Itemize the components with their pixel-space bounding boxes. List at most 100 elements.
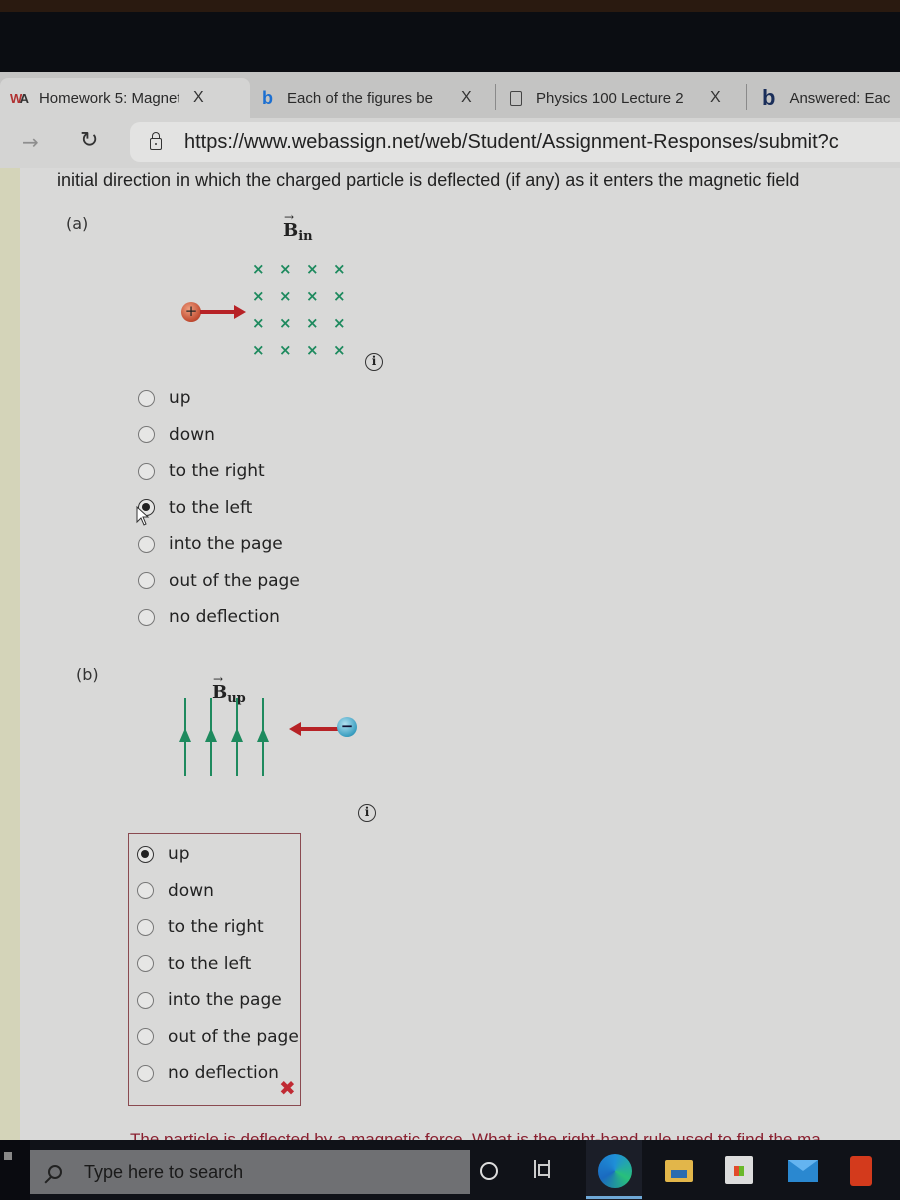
monitor-bezel bbox=[0, 0, 900, 12]
radio-button[interactable] bbox=[137, 955, 154, 973]
option-label: into the page bbox=[169, 534, 283, 555]
field-x-mark: × bbox=[333, 287, 346, 305]
field-x-mark: × bbox=[252, 260, 265, 278]
incorrect-icon: ✖ bbox=[279, 1076, 296, 1100]
tab-each-figures[interactable]: b Each of the figures be X bbox=[262, 78, 492, 118]
option-label: no deflection bbox=[168, 1063, 279, 1084]
part-a-label: (a) bbox=[66, 214, 89, 233]
radio-button[interactable] bbox=[137, 1028, 154, 1046]
document-icon bbox=[510, 90, 522, 106]
vector-arrow-icon: → bbox=[284, 210, 295, 224]
field-x-mark: × bbox=[252, 341, 265, 359]
radio-button[interactable] bbox=[137, 845, 154, 863]
radio-button[interactable] bbox=[137, 991, 154, 1009]
field-x-mark: × bbox=[333, 314, 346, 332]
bing-icon: b bbox=[262, 87, 273, 108]
radio-button[interactable] bbox=[138, 608, 155, 626]
start-button[interactable] bbox=[0, 1140, 30, 1200]
info-icon[interactable]: i bbox=[365, 353, 383, 371]
radio-button[interactable] bbox=[137, 918, 154, 936]
options-part-b: up down to the right to the left into the pa… bbox=[137, 836, 299, 1092]
radio-button[interactable] bbox=[138, 535, 155, 553]
lock-icon[interactable] bbox=[150, 132, 162, 150]
office-icon[interactable] bbox=[850, 1156, 872, 1186]
mail-icon[interactable] bbox=[788, 1160, 818, 1182]
option-out-of-the-page[interactable]: out of the page bbox=[137, 1019, 299, 1056]
vector-arrow-icon: → bbox=[213, 672, 224, 686]
field-label-b-up: →Bup bbox=[212, 672, 246, 706]
option-label: no deflection bbox=[169, 607, 280, 628]
option-label: to the right bbox=[169, 461, 265, 482]
field-x-mark: × bbox=[279, 314, 292, 332]
velocity-arrow-left bbox=[289, 722, 339, 736]
address-bar[interactable]: https://www.webassign.net/web/Student/As… bbox=[130, 122, 900, 162]
negative-charge: − bbox=[337, 717, 357, 737]
option-down[interactable]: down bbox=[138, 417, 300, 454]
radio-button[interactable] bbox=[138, 462, 155, 480]
option-label: to the left bbox=[168, 953, 252, 974]
tab-physics-lecture[interactable]: Physics 100 Lecture 2 X bbox=[510, 78, 740, 118]
option-no-deflection[interactable]: no deflection bbox=[138, 599, 300, 636]
close-tab-icon[interactable]: X bbox=[193, 89, 204, 107]
taskbar-search[interactable]: Type here to search bbox=[30, 1150, 470, 1194]
option-no-deflection[interactable]: no deflection bbox=[137, 1055, 299, 1092]
forward-arrow-icon[interactable]: → bbox=[22, 130, 39, 154]
option-to-the-right[interactable]: to the right bbox=[138, 453, 300, 490]
file-explorer-icon[interactable] bbox=[665, 1160, 693, 1182]
field-x-mark: × bbox=[252, 314, 265, 332]
option-to-the-left[interactable]: to the left bbox=[137, 946, 299, 983]
option-label: down bbox=[168, 880, 214, 901]
field-label-b-in: → Bin bbox=[283, 210, 313, 244]
taskbar: Type here to search bbox=[0, 1140, 900, 1200]
tab-strip: WA Homework 5: Magnet X b Each of the fi… bbox=[0, 72, 900, 118]
radio-button[interactable] bbox=[138, 389, 155, 407]
figure-a: → Bin × × × × × × × × × × × × × × × × + i bbox=[170, 210, 410, 378]
option-label: up bbox=[168, 844, 190, 865]
edge-icon[interactable] bbox=[598, 1154, 632, 1188]
field-x-mark: × bbox=[306, 314, 319, 332]
search-placeholder[interactable]: Type here to search bbox=[84, 1162, 243, 1183]
tab-homework[interactable]: WA Homework 5: Magnet X bbox=[0, 78, 250, 118]
tab-separator bbox=[746, 84, 747, 110]
option-down[interactable]: down bbox=[137, 873, 299, 910]
microsoft-store-icon[interactable] bbox=[725, 1156, 753, 1184]
search-icon bbox=[48, 1165, 62, 1179]
close-tab-icon[interactable]: X bbox=[710, 89, 721, 107]
webassign-icon: WA bbox=[10, 90, 29, 106]
radio-button[interactable] bbox=[138, 572, 155, 590]
left-margin-strip bbox=[0, 168, 20, 1140]
url-text[interactable]: https://www.webassign.net/web/Student/As… bbox=[184, 131, 839, 154]
active-app-indicator bbox=[586, 1196, 642, 1199]
radio-button[interactable] bbox=[137, 882, 154, 900]
answer-box-part-b: up down to the right to the left into the pa… bbox=[128, 833, 301, 1106]
field-x-mark: × bbox=[333, 260, 346, 278]
tab-answered[interactable]: b Answered: Eac bbox=[762, 78, 900, 118]
options-part-a: up down to the right to the left into the pa… bbox=[138, 380, 300, 636]
option-label: out of the page bbox=[169, 570, 300, 591]
option-into-the-page[interactable]: into the page bbox=[137, 982, 299, 1019]
feedback-text: The particle is deflected by a magnetic … bbox=[130, 1130, 821, 1140]
task-view-icon[interactable] bbox=[534, 1160, 550, 1178]
field-x-mark: × bbox=[279, 260, 292, 278]
field-line-up bbox=[205, 698, 217, 776]
monitor-bezel-dark bbox=[0, 12, 900, 72]
velocity-arrow-right bbox=[200, 305, 246, 319]
info-icon[interactable]: i bbox=[358, 804, 376, 822]
option-to-the-left[interactable]: to the left bbox=[138, 490, 300, 527]
field-x-mark: × bbox=[306, 287, 319, 305]
tab-separator bbox=[495, 84, 496, 110]
option-to-the-right[interactable]: to the right bbox=[137, 909, 299, 946]
option-up[interactable]: up bbox=[137, 836, 299, 873]
cortana-icon[interactable] bbox=[480, 1162, 498, 1180]
address-bar-row: → ↻ https://www.webassign.net/web/Studen… bbox=[0, 118, 900, 168]
option-label: out of the page bbox=[168, 1026, 299, 1047]
radio-button[interactable] bbox=[138, 426, 155, 444]
option-label: to the left bbox=[169, 497, 253, 518]
radio-button[interactable] bbox=[137, 1064, 154, 1082]
option-out-of-the-page[interactable]: out of the page bbox=[138, 563, 300, 600]
option-up[interactable]: up bbox=[138, 380, 300, 417]
part-b-label: (b) bbox=[76, 665, 99, 684]
close-tab-icon[interactable]: X bbox=[461, 89, 472, 107]
reload-icon[interactable]: ↻ bbox=[80, 128, 98, 153]
option-into-the-page[interactable]: into the page bbox=[138, 526, 300, 563]
